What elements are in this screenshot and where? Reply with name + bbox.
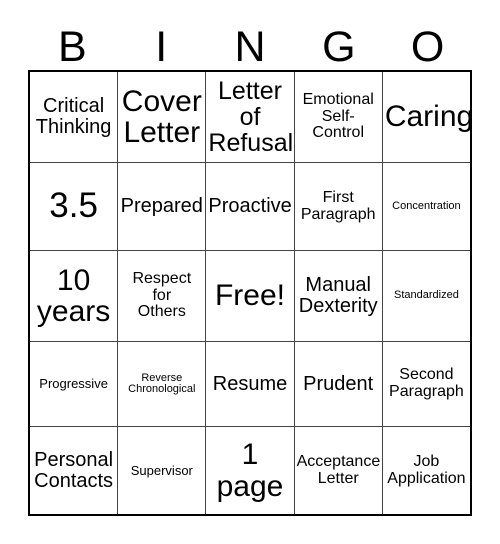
- bingo-cell-label: Manual Dexterity: [298, 274, 378, 317]
- bingo-cell[interactable]: Cover Letter: [118, 72, 207, 162]
- bingo-cell[interactable]: Letter of Refusal: [206, 72, 295, 162]
- bingo-cell-label: Acceptance Letter: [296, 452, 381, 487]
- bingo-row: 3.5 Prepared Proactive First Paragraph C…: [30, 163, 471, 251]
- bingo-row: 10 years Respect for Others Free! Manual…: [30, 251, 471, 342]
- bingo-cell[interactable]: Standardized: [382, 251, 471, 341]
- bingo-cell[interactable]: 1 page: [206, 427, 295, 514]
- bingo-cell[interactable]: Job Application: [382, 427, 471, 514]
- bingo-row: Progressive Reverse Chronological Resume…: [30, 342, 471, 427]
- bingo-cell-label: Letter of Refusal: [208, 77, 294, 157]
- bingo-header-letter-n: N: [234, 23, 266, 71]
- bingo-cell-label: Job Application: [387, 452, 466, 487]
- bingo-cell-label: First Paragraph: [300, 188, 376, 223]
- bingo-header-letter-o: O: [410, 23, 445, 71]
- bingo-cell-label: Emotional Self- Control: [302, 91, 374, 142]
- bingo-cell[interactable]: Personal Contacts: [30, 427, 119, 514]
- bingo-cell[interactable]: Critical Thinking: [30, 72, 119, 162]
- bingo-cell-label: Second Paragraph: [389, 366, 464, 400]
- bingo-cell-label: Resume: [212, 372, 288, 395]
- bingo-cell-label: 3.5: [49, 186, 98, 226]
- bingo-cell-label: Cover Letter: [121, 84, 202, 149]
- bingo-grid: Critical Thinking Cover Letter Letter of…: [28, 70, 472, 516]
- bingo-cell[interactable]: Proactive: [206, 163, 295, 250]
- bingo-cell-label: 10 years: [36, 263, 111, 328]
- bingo-cell[interactable]: 10 years: [30, 251, 119, 341]
- bingo-cell[interactable]: Second Paragraph: [382, 342, 471, 426]
- bingo-cell-label: 1 page: [216, 438, 284, 503]
- bingo-cell-label: Personal Contacts: [34, 448, 114, 492]
- bingo-cell[interactable]: Emotional Self- Control: [294, 72, 383, 162]
- bingo-cell[interactable]: Respect for Others: [118, 251, 207, 341]
- bingo-cell-label: Supervisor: [130, 462, 193, 478]
- bingo-cell[interactable]: Acceptance Letter: [294, 427, 383, 514]
- bingo-row: Critical Thinking Cover Letter Letter of…: [30, 72, 471, 163]
- bingo-cell[interactable]: Concentration: [382, 163, 471, 250]
- bingo-cell-free-space[interactable]: Free!: [206, 251, 295, 341]
- bingo-cell[interactable]: Resume: [206, 342, 295, 426]
- bingo-cell[interactable]: Progressive: [30, 342, 119, 426]
- bingo-cell-label: Prudent: [303, 372, 374, 395]
- bingo-cell-label: Standardized: [394, 289, 459, 302]
- bingo-header-row: B I N G O: [28, 16, 472, 70]
- bingo-cell-label: Progressive: [39, 376, 108, 392]
- bingo-cell-label: Respect for Others: [132, 270, 192, 321]
- bingo-cell-label: Prepared: [120, 195, 203, 218]
- bingo-cell-label: Reverse Chronological: [128, 371, 196, 395]
- bingo-header-letter-g: G: [322, 23, 356, 71]
- bingo-cell[interactable]: 3.5: [30, 163, 119, 250]
- bingo-cell-label: Concentration: [392, 199, 461, 212]
- bingo-cell[interactable]: Supervisor: [118, 427, 207, 514]
- bingo-card: B I N G O Critical Thinking Cover Letter…: [0, 0, 500, 544]
- bingo-cell-label: Free!: [214, 279, 286, 313]
- bingo-header-letter-b: B: [58, 23, 87, 71]
- bingo-cell[interactable]: Prudent: [294, 342, 383, 426]
- bingo-cell[interactable]: Manual Dexterity: [294, 251, 383, 341]
- bingo-cell[interactable]: Prepared: [118, 163, 207, 250]
- bingo-cell-label: Proactive: [208, 195, 292, 218]
- bingo-header-letter-i: I: [155, 23, 168, 71]
- bingo-cell-label: Critical Thinking: [35, 95, 112, 138]
- bingo-cell-label: Caring: [384, 100, 471, 134]
- bingo-cell[interactable]: First Paragraph: [294, 163, 383, 250]
- bingo-cell[interactable]: Caring: [382, 72, 471, 162]
- bingo-row: Personal Contacts Supervisor 1 page Acce…: [30, 427, 471, 514]
- bingo-cell[interactable]: Reverse Chronological: [118, 342, 207, 426]
